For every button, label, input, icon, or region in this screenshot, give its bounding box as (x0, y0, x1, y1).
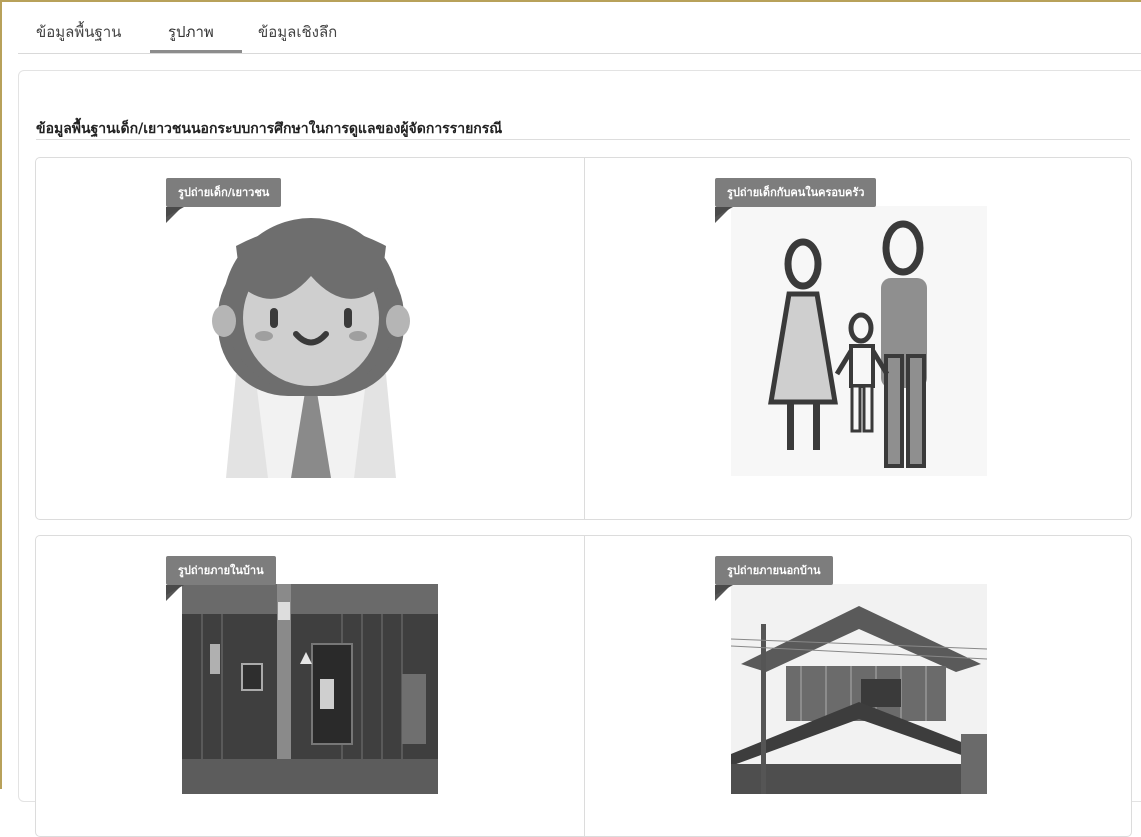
child-avatar-icon[interactable] (206, 206, 416, 478)
window-frame-top (0, 0, 1141, 2)
tab-basic-info[interactable]: ข้อมูลพื้นฐาน (36, 20, 121, 44)
tab-in-depth-info[interactable]: ข้อมูลเชิงลึก (258, 20, 337, 44)
photo-label-exterior: รูปถ่ายภายนอกบ้าน (727, 564, 821, 577)
photo-card-row-1: รูปถ่ายเด็ก/เยาวชน รูปถ่ายเด็กกับคนในครอ… (35, 157, 1132, 520)
house-interior-photo[interactable] (182, 584, 438, 794)
photo-label-interior: รูปถ่ายภายในบ้าน (178, 564, 264, 577)
window-frame-left (0, 0, 2, 789)
photo-label-ribbon: รูปถ่ายเด็กกับคนในครอบครัว (715, 178, 877, 207)
house-exterior-photo[interactable] (731, 584, 987, 794)
photo-label-child: รูปถ่ายเด็ก/เยาวชน (178, 186, 270, 199)
photos-panel: ข้อมูลพื้นฐานเด็ก/เยาวชนนอกระบบการศึกษาใ… (18, 70, 1141, 837)
section-divider (36, 139, 1130, 140)
photo-label-family: รูปถ่ายเด็กกับคนในครอบครัว (727, 186, 865, 199)
tab-photos[interactable]: รูปภาพ (168, 20, 214, 44)
tab-bar: ข้อมูลพื้นฐาน รูปภาพ ข้อมูลเชิงลึก (18, 12, 1141, 54)
column-divider (584, 536, 585, 836)
section-title: ข้อมูลพื้นฐานเด็ก/เยาวชนนอกระบบการศึกษาใ… (36, 121, 503, 137)
active-tab-indicator (150, 50, 242, 53)
family-icon[interactable] (731, 206, 987, 476)
photo-label-ribbon: รูปถ่ายภายนอกบ้าน (715, 556, 833, 585)
column-divider (584, 158, 585, 519)
photo-label-ribbon: รูปถ่ายเด็ก/เยาวชน (166, 178, 282, 207)
photo-label-ribbon: รูปถ่ายภายในบ้าน (166, 556, 276, 585)
photo-card-row-2: รูปถ่ายภายในบ้าน รูปถ่ายภายนอกบ้าน (35, 535, 1132, 837)
